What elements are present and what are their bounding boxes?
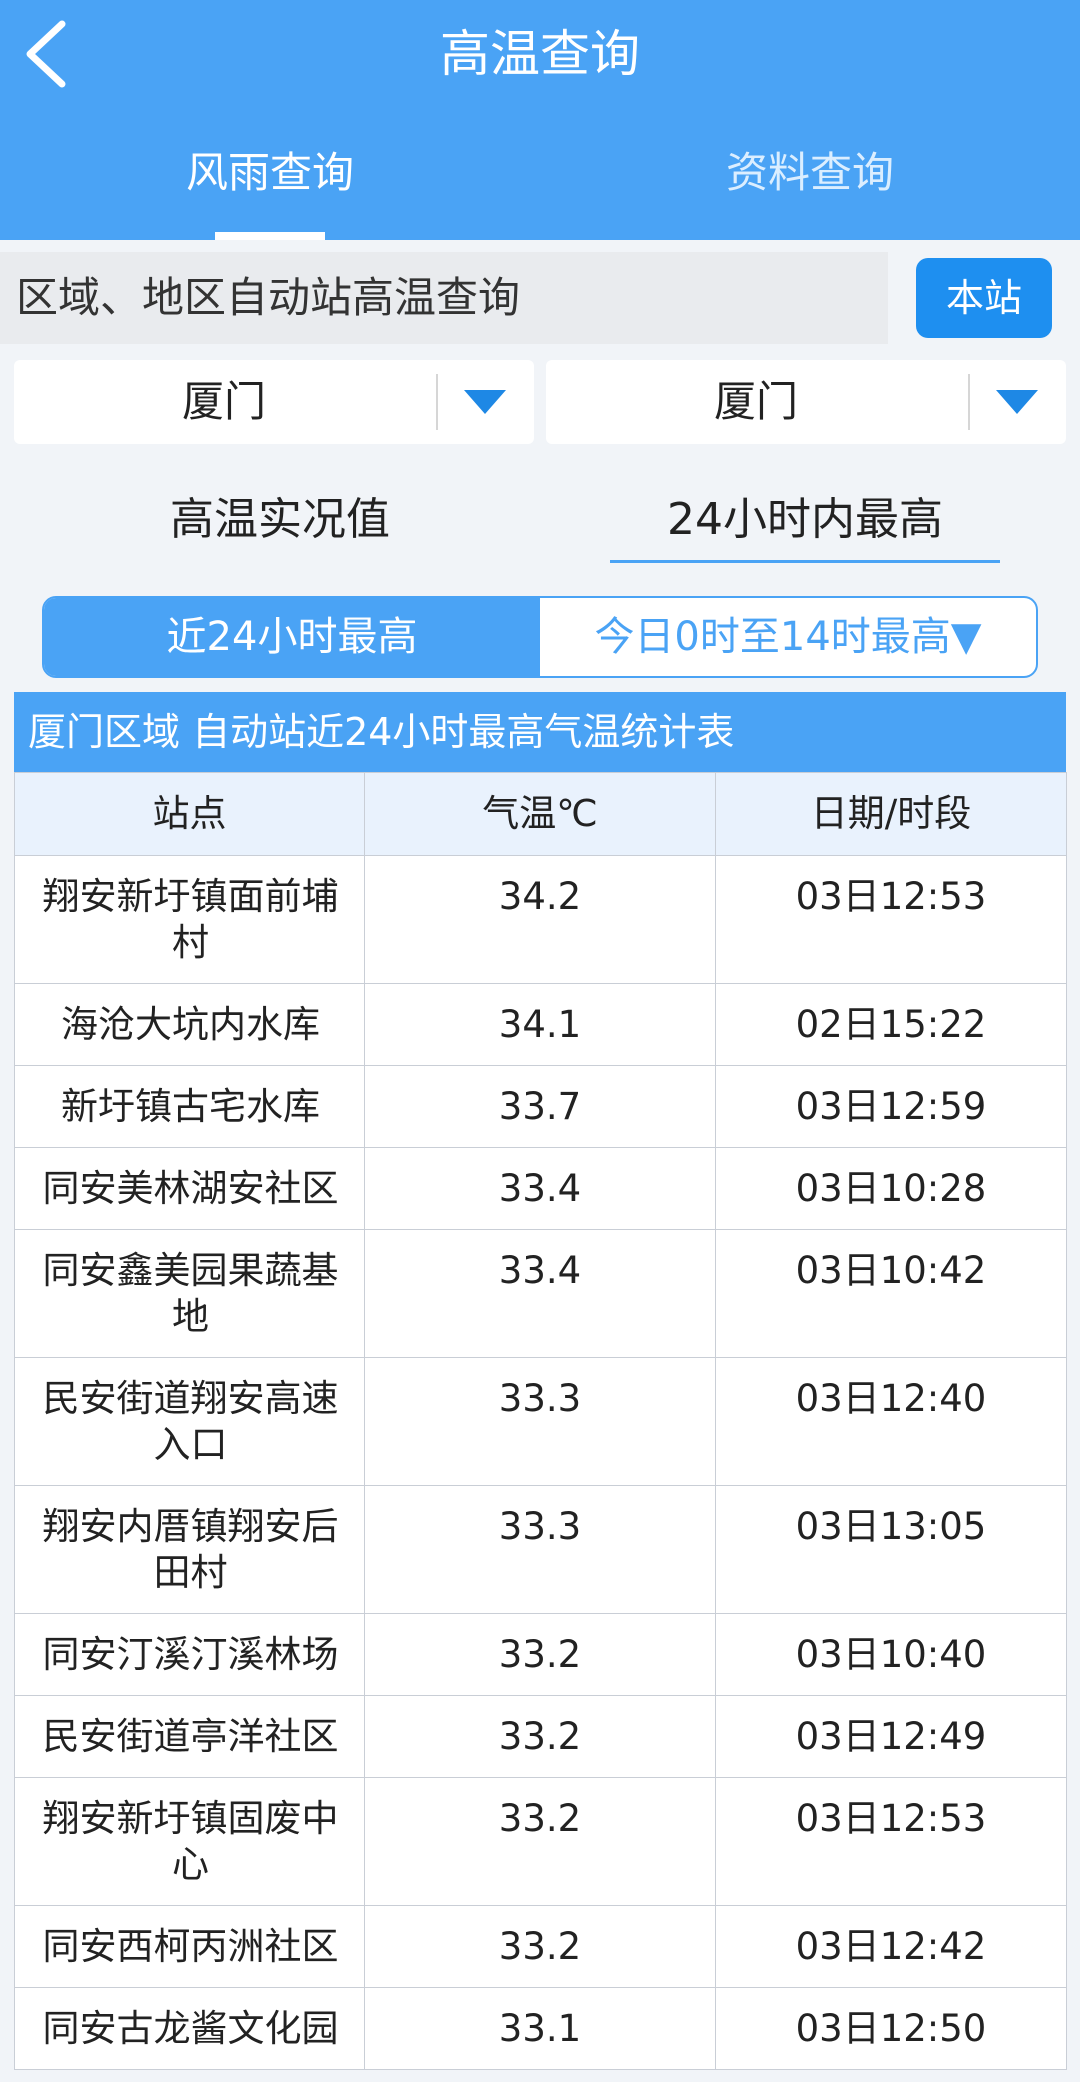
date-time-cell: 03日10:28 [715,1147,1067,1230]
station-cell: 同安西柯丙洲社区 [14,1905,365,1988]
area-select[interactable]: 厦门 [546,360,1066,444]
table-row[interactable]: 新圩镇古宅水库 33.7 03日12:59 [14,1065,1067,1148]
date-time-cell: 03日12:50 [715,1987,1067,2070]
station-cell: 翔安内厝镇翔安后田村 [14,1485,365,1614]
table-row[interactable]: 民安街道翔安高速入口 33.3 03日12:40 [14,1357,1067,1486]
select-divider [968,374,970,430]
region-select[interactable]: 厦门 [14,360,534,444]
mode-24h-max[interactable]: 24小时内最高 [610,488,1000,552]
temperature-cell: 33.2 [364,1905,716,1988]
temperature-cell: 33.4 [364,1147,716,1230]
temperature-cell: 33.2 [364,1777,716,1906]
page-title: 高温查询 [440,25,640,83]
mode-current-value[interactable]: 高温实况值 [120,488,440,552]
table-row[interactable]: 翔安内厝镇翔安后田村 33.3 03日13:05 [14,1485,1067,1614]
this-station-button[interactable]: 本站 [916,258,1052,338]
caret-down-icon[interactable] [994,388,1040,416]
segment-last-24h[interactable]: 近24小时最高 [44,598,540,676]
date-time-cell: 03日10:40 [715,1613,1067,1696]
station-cell: 同安鑫美园果蔬基地 [14,1229,365,1358]
header-date-time: 日期/时段 [715,772,1067,856]
date-time-cell: 03日12:42 [715,1905,1067,1988]
table-row[interactable]: 民安街道亭洋社区 33.2 03日12:49 [14,1695,1067,1778]
date-time-cell: 03日12:59 [715,1065,1067,1148]
mode-active-underline [610,560,1000,563]
station-cell: 新圩镇古宅水库 [14,1065,365,1148]
select-divider [436,374,438,430]
area-select-value: 厦门 [713,377,798,426]
region-select-value: 厦门 [181,377,266,426]
date-time-cell: 03日13:05 [715,1485,1067,1614]
table-header-row: 站点 气温℃ 日期/时段 [14,772,1067,856]
temperature-cell: 33.7 [364,1065,716,1148]
table-row[interactable]: 同安美林湖安社区 33.4 03日10:28 [14,1147,1067,1230]
caret-down-icon[interactable] [462,388,508,416]
station-cell: 民安街道翔安高速入口 [14,1357,365,1486]
station-cell: 翔安新圩镇固废中心 [14,1777,365,1906]
header-temperature: 气温℃ [364,772,716,856]
tab-data-query[interactable]: 资料查询 [540,140,1080,206]
temperature-cell: 34.2 [364,855,716,984]
table-row[interactable]: 海沧大坑内水库 34.1 02日15:22 [14,983,1067,1066]
table-row[interactable]: 同安古龙酱文化园 33.1 03日12:50 [14,1987,1067,2070]
temperature-cell: 33.3 [364,1357,716,1486]
segment-today-0-14[interactable]: 今日0时至14时最高▼ [540,598,1036,676]
date-time-cell: 02日15:22 [715,983,1067,1066]
date-time-cell: 03日12:40 [715,1357,1067,1486]
active-tab-indicator [215,232,325,240]
station-cell: 海沧大坑内水库 [14,983,365,1066]
date-time-cell: 03日12:53 [715,855,1067,984]
station-cell: 同安古龙酱文化园 [14,1987,365,2070]
temperature-table: 站点 气温℃ 日期/时段 翔安新圩镇面前埔村 34.2 03日12:53 海沧大坑内水… [14,772,1067,2070]
table-row[interactable]: 同安汀溪汀溪林场 33.2 03日10:40 [14,1613,1067,1696]
period-segmented-control: 近24小时最高 今日0时至14时最高▼ [42,596,1038,678]
tab-rain-query[interactable]: 风雨查询 [0,140,540,206]
table-row[interactable]: 翔安新圩镇固废中心 33.2 03日12:53 [14,1777,1067,1906]
header-station: 站点 [14,772,365,856]
table-title: 厦门区域 自动站近24小时最高气温统计表 [14,692,1066,772]
temperature-cell: 33.2 [364,1695,716,1778]
temperature-cell: 33.1 [364,1987,716,2070]
station-cell: 同安美林湖安社区 [14,1147,365,1230]
temperature-cell: 33.2 [364,1613,716,1696]
temperature-cell: 33.4 [364,1229,716,1358]
query-type-text: 区域、地区自动站高温查询 [16,273,521,322]
station-cell: 同安汀溪汀溪林场 [14,1613,365,1696]
temperature-cell: 34.1 [364,983,716,1066]
date-time-cell: 03日10:42 [715,1229,1067,1358]
date-time-cell: 03日12:49 [715,1695,1067,1778]
table-row[interactable]: 翔安新圩镇面前埔村 34.2 03日12:53 [14,855,1067,984]
table-row[interactable]: 同安西柯丙洲社区 33.2 03日12:42 [14,1905,1067,1988]
station-cell: 翔安新圩镇面前埔村 [14,855,365,984]
date-time-cell: 03日12:53 [715,1777,1067,1906]
station-cell: 民安街道亭洋社区 [14,1695,365,1778]
temperature-cell: 33.3 [364,1485,716,1614]
table-row[interactable]: 同安鑫美园果蔬基地 33.4 03日10:42 [14,1229,1067,1358]
app-header: 高温查询 风雨查询 资料查询 [0,0,1080,240]
